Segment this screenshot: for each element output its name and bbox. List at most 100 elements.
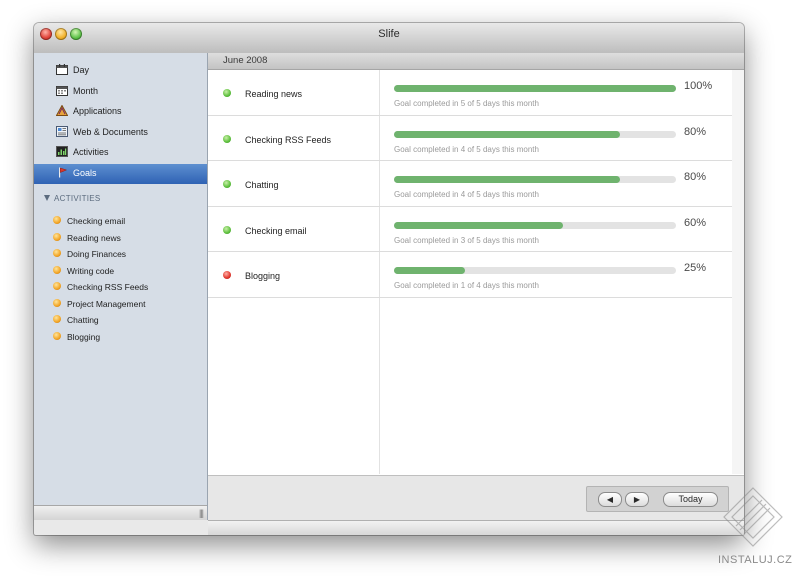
activity-dot-icon <box>53 265 61 274</box>
goal-row[interactable]: Checking email 60% Goal completed in 3 o… <box>208 207 732 252</box>
sidebar-item-label: Applications <box>73 106 122 116</box>
activity-label: Blogging <box>67 331 101 342</box>
goals-list: Reading news 100% Goal completed in 5 of… <box>208 70 733 474</box>
sidebar-item-activities[interactable]: Activities <box>34 143 207 164</box>
activity-label: Reading news <box>67 232 121 243</box>
watermark-logo-icon <box>723 487 783 547</box>
goal-status-green-icon <box>223 134 231 143</box>
goal-progress-fill <box>394 130 620 138</box>
activity-item-chatting[interactable]: Chatting <box>34 312 207 329</box>
month-header: June 2008 <box>208 53 744 70</box>
activity-item-blogging[interactable]: Blogging <box>34 329 207 346</box>
goal-name: Checking RSS Feeds <box>245 134 332 145</box>
calendar-month-icon <box>56 85 68 96</box>
goal-progress-fill <box>394 267 465 274</box>
goal-caption: Goal completed in 4 of 5 days this month <box>394 144 539 154</box>
goal-progress-track <box>394 176 676 183</box>
goal-caption: Goal completed in 1 of 4 days this month <box>394 281 539 290</box>
goal-row[interactable]: Chatting 80% Goal completed in 4 of 5 da… <box>208 161 732 207</box>
window-title: Slife <box>378 28 400 40</box>
goal-name: Chatting <box>245 180 279 190</box>
goal-status-green-icon <box>223 225 231 234</box>
watermark: INSTALUJ.CZ <box>714 482 794 578</box>
date-navigation: ◀ ▶ Today <box>586 486 729 512</box>
goal-name: Checking email <box>245 225 307 236</box>
resize-grip-icon[interactable]: ||| <box>199 508 204 518</box>
goals-flag-icon <box>56 167 68 178</box>
goal-progress-track <box>394 130 676 138</box>
goal-row[interactable]: Checking RSS Feeds 80% Goal completed in… <box>208 116 732 161</box>
goal-row[interactable]: Blogging 25% Goal completed in 1 of 4 da… <box>208 252 732 298</box>
activity-label: Chatting <box>67 315 99 325</box>
disclosure-triangle-icon[interactable] <box>44 195 50 201</box>
goal-status-red-icon <box>223 271 231 279</box>
sidebar-footer: ||| <box>34 505 207 520</box>
activity-label: Writing code <box>67 265 115 276</box>
sidebar-item-label: Day <box>73 65 90 75</box>
goal-progress-track <box>394 221 676 229</box>
activity-dot-icon <box>53 216 61 224</box>
activity-label: Doing Finances <box>67 249 127 259</box>
goal-progress-fill <box>394 176 620 183</box>
month-title: June 2008 <box>223 55 268 66</box>
activity-dot-icon <box>53 298 61 307</box>
goal-caption: Goal completed in 5 of 5 days this month <box>394 99 539 108</box>
sidebar-item-label: Web & Documents <box>73 126 148 137</box>
goal-name: Blogging <box>245 271 281 281</box>
status-strip <box>208 520 744 535</box>
calendar-icon <box>56 64 68 75</box>
activity-item-doing-finances[interactable]: Doing Finances <box>34 246 207 263</box>
section-title: ACTIVITIES <box>54 194 101 203</box>
activities-list: Checking email Reading news Doing Financ… <box>34 213 207 345</box>
goal-progress-fill <box>394 85 676 92</box>
app-window: Slife Day Month Applications Web & Docum… <box>34 23 744 535</box>
activity-item-checking-rss-feeds[interactable]: Checking RSS Feeds <box>34 279 207 296</box>
activity-item-project-management[interactable]: Project Management <box>34 296 207 313</box>
goal-percent: 25% <box>684 262 707 274</box>
today-button[interactable]: Today <box>663 492 718 507</box>
sidebar-nav: Day Month Applications Web & Documents A… <box>34 61 207 184</box>
sidebar-item-goals[interactable]: Goals <box>34 163 207 184</box>
goal-progress-fill <box>394 221 564 229</box>
activity-label: Checking RSS Feeds <box>67 282 149 292</box>
activity-dot-icon <box>53 331 61 340</box>
goal-name: Reading news <box>245 89 303 99</box>
goal-status-green-icon <box>223 180 231 188</box>
activities-section-header[interactable]: ACTIVITIES <box>44 194 101 203</box>
goal-caption: Goal completed in 4 of 5 days this month <box>394 190 539 199</box>
sidebar-item-web-documents[interactable]: Web & Documents <box>34 123 207 144</box>
sidebar-item-label: Activities <box>73 147 109 157</box>
title-bar: Slife <box>34 23 744 54</box>
activity-dot-icon <box>53 315 61 323</box>
goal-row[interactable]: Reading news 100% Goal completed in 5 of… <box>208 70 732 116</box>
goal-progress-track <box>394 267 676 274</box>
sidebar-item-label: Goals <box>73 167 97 178</box>
goal-caption: Goal completed in 3 of 5 days this month <box>394 235 539 245</box>
goal-percent: 80% <box>684 125 707 138</box>
goal-percent: 60% <box>684 216 707 229</box>
applications-icon <box>55 104 69 116</box>
activities-icon <box>56 146 68 157</box>
sidebar-item-applications[interactable]: Applications <box>34 102 207 123</box>
previous-month-button[interactable]: ◀ <box>598 492 622 507</box>
activity-label: Checking email <box>67 216 126 226</box>
goal-progress-track <box>394 85 676 92</box>
vertical-scrollbar[interactable] <box>732 70 744 474</box>
activity-label: Project Management <box>67 298 146 309</box>
activity-item-writing-code[interactable]: Writing code <box>34 263 207 280</box>
web-documents-icon <box>56 125 68 137</box>
activity-item-checking-email[interactable]: Checking email <box>34 213 207 230</box>
goal-status-green-icon <box>223 89 231 97</box>
sidebar: Day Month Applications Web & Documents A… <box>34 53 208 520</box>
sidebar-item-day[interactable]: Day <box>34 61 207 82</box>
goal-percent: 100% <box>684 80 713 92</box>
next-month-button[interactable]: ▶ <box>625 492 649 507</box>
goal-percent: 80% <box>684 171 707 183</box>
activity-item-reading-news[interactable]: Reading news <box>34 230 207 247</box>
activity-dot-icon <box>53 232 61 241</box>
sidebar-item-month[interactable]: Month <box>34 82 207 103</box>
watermark-text: INSTALUJ.CZ <box>718 554 793 566</box>
sidebar-item-label: Month <box>73 85 99 96</box>
activity-dot-icon <box>53 282 61 290</box>
main-content: June 2008 Reading news 100% Goal complet… <box>208 53 744 535</box>
